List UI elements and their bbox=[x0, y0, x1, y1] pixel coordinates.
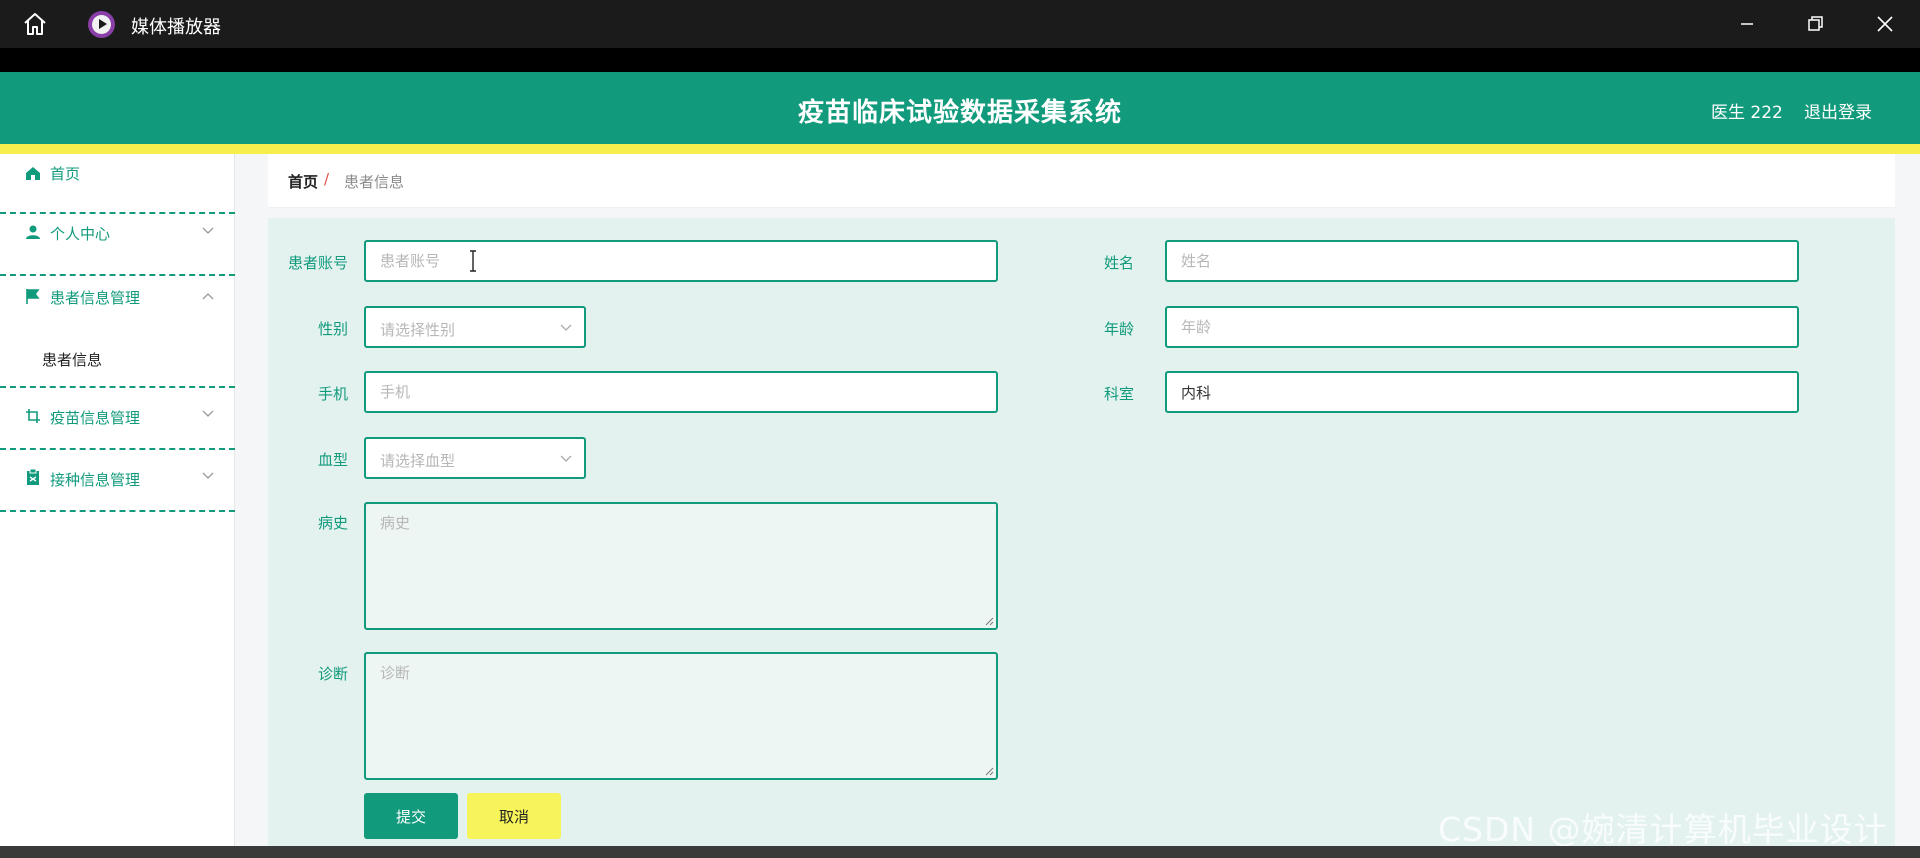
sidebar: 首页 个人中心 患者信息管理 患者信息 疫苗信息管理 接种信息管理 bbox=[0, 154, 235, 846]
submit-button[interactable]: 提交 bbox=[364, 793, 458, 839]
sidebar-subitem-label: 患者信息 bbox=[42, 351, 103, 369]
name-label: 姓名 bbox=[1103, 254, 1134, 272]
department-label: 科室 bbox=[1103, 385, 1134, 403]
chevron-down-icon bbox=[560, 324, 572, 331]
chevron-down-icon bbox=[202, 472, 214, 479]
minimize-icon[interactable] bbox=[1735, 12, 1759, 36]
age-input[interactable] bbox=[1165, 306, 1799, 348]
patient-form: 患者账号 姓名 性别 请选择性别 年龄 手机 科室 血型 bbox=[268, 218, 1895, 846]
phone-input[interactable] bbox=[364, 371, 998, 413]
home-icon bbox=[26, 167, 40, 180]
current-user: 医生 222 bbox=[1711, 103, 1783, 123]
name-input[interactable] bbox=[1165, 240, 1799, 282]
chevron-up-icon bbox=[202, 293, 214, 300]
sidebar-item-vaccine-management[interactable]: 疫苗信息管理 bbox=[0, 390, 235, 450]
blood-type-label: 血型 bbox=[317, 451, 348, 469]
phone-label: 手机 bbox=[317, 385, 348, 403]
resize-grip-icon[interactable] bbox=[984, 616, 994, 626]
sidebar-item-home[interactable]: 首页 bbox=[0, 154, 235, 214]
home-icon[interactable] bbox=[22, 12, 48, 36]
blood-type-select[interactable]: 请选择血型 bbox=[364, 437, 586, 479]
breadcrumb-separator: / bbox=[324, 170, 330, 188]
sidebar-item-personal-center[interactable]: 个人中心 bbox=[0, 216, 235, 276]
chevron-down-icon bbox=[560, 455, 572, 462]
crop-icon bbox=[26, 409, 40, 423]
header-stripe bbox=[0, 144, 1920, 154]
chevron-down-icon bbox=[202, 227, 214, 234]
window-titlebar: 媒体播放器 bbox=[0, 0, 1920, 48]
sidebar-item-label: 个人中心 bbox=[50, 225, 111, 243]
age-label: 年龄 bbox=[1103, 320, 1134, 338]
letterbox-gap bbox=[0, 48, 1920, 72]
sidebar-subitem-patient-info[interactable]: 患者信息 bbox=[0, 332, 235, 388]
gender-label: 性别 bbox=[317, 320, 348, 338]
app-body: 首页 个人中心 患者信息管理 患者信息 疫苗信息管理 接种信息管理 首页 / 患… bbox=[0, 154, 1920, 846]
account-input[interactable] bbox=[364, 240, 998, 282]
watermark: CSDN @婉清计算机毕业设计 bbox=[1438, 810, 1888, 849]
media-player-icon bbox=[88, 11, 115, 38]
breadcrumb-current: 患者信息 bbox=[344, 173, 405, 191]
sidebar-item-patient-management[interactable]: 患者信息管理 bbox=[0, 278, 235, 334]
logout-link[interactable]: 退出登录 bbox=[1804, 98, 1872, 123]
resize-grip-icon[interactable] bbox=[984, 766, 994, 776]
text-cursor-icon bbox=[470, 250, 476, 272]
cancel-button[interactable]: 取消 bbox=[467, 793, 561, 839]
window-bottom-bar bbox=[0, 846, 1920, 858]
sidebar-item-label: 患者信息管理 bbox=[50, 289, 141, 307]
restore-icon[interactable] bbox=[1803, 12, 1827, 36]
account-label: 患者账号 bbox=[287, 254, 348, 272]
flag-icon bbox=[26, 289, 40, 304]
window-title: 媒体播放器 bbox=[131, 17, 221, 38]
breadcrumb-home[interactable]: 首页 bbox=[288, 171, 318, 192]
breadcrumb: 首页 / 患者信息 bbox=[268, 154, 1895, 208]
app-header: 疫苗临床试验数据采集系统 医生 222 退出登录 bbox=[0, 72, 1920, 144]
gender-select-placeholder: 请选择性别 bbox=[380, 321, 456, 339]
department-input[interactable] bbox=[1165, 371, 1799, 413]
system-title: 疫苗临床试验数据采集系统 bbox=[797, 98, 1122, 128]
sidebar-item-label: 疫苗信息管理 bbox=[50, 409, 141, 427]
diagnosis-textarea[interactable] bbox=[364, 652, 998, 780]
blood-type-select-placeholder: 请选择血型 bbox=[380, 452, 456, 470]
gender-select[interactable]: 请选择性别 bbox=[364, 306, 586, 348]
clipboard-icon bbox=[27, 469, 39, 485]
user-icon bbox=[26, 225, 40, 239]
history-textarea[interactable] bbox=[364, 502, 998, 630]
close-icon[interactable] bbox=[1873, 12, 1897, 36]
chevron-down-icon bbox=[202, 410, 214, 417]
diagnosis-label: 诊断 bbox=[317, 665, 348, 683]
sidebar-item-vaccination-management[interactable]: 接种信息管理 bbox=[0, 452, 235, 512]
sidebar-item-label: 首页 bbox=[50, 165, 81, 183]
history-label: 病史 bbox=[317, 514, 348, 532]
main-content: 首页 / 患者信息 患者账号 姓名 性别 请选择性别 年龄 bbox=[268, 154, 1895, 846]
sidebar-item-label: 接种信息管理 bbox=[50, 471, 141, 489]
